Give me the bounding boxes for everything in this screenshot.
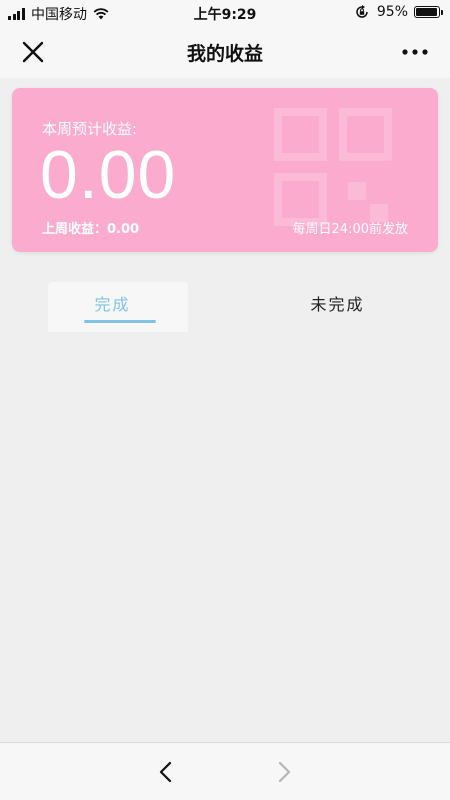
battery-percent: 95%: [376, 4, 408, 20]
last-week-earnings: 上周收益：0.00: [42, 222, 140, 237]
bottom-nav-bar: [0, 742, 450, 800]
rotation-lock-icon: [356, 5, 368, 18]
status-bar: 中国移动 上午9:29 95%: [0, 0, 450, 26]
page-title: 我的收益: [186, 43, 263, 65]
battery-icon: [414, 6, 443, 18]
tab-active-indicator: [84, 320, 156, 323]
decorative-pattern-icon: [274, 108, 392, 226]
status-right: 95%: [355, 4, 443, 20]
more-icon[interactable]: [400, 46, 430, 58]
payout-note: 每周日24:00前发放: [292, 222, 408, 237]
chevron-left-icon[interactable]: [156, 760, 176, 784]
content-area: [0, 332, 450, 742]
weekly-estimate-amount: 0.00: [40, 137, 177, 213]
chevron-right-icon[interactable]: [274, 760, 294, 784]
earnings-card: 本周预计收益: 0.00 上周收益：0.00 每周日24:00前发放: [12, 88, 438, 252]
battery-level: [416, 8, 437, 16]
tab-uncompleted-label: 未完成: [310, 295, 365, 314]
tab-uncompleted[interactable]: 未完成: [225, 278, 450, 332]
nav-bar: 我的收益: [0, 26, 450, 78]
tab-completed-label: 完成: [94, 295, 131, 314]
status-tabs: 完成 未完成: [0, 278, 450, 332]
tab-completed[interactable]: 完成: [0, 278, 225, 332]
